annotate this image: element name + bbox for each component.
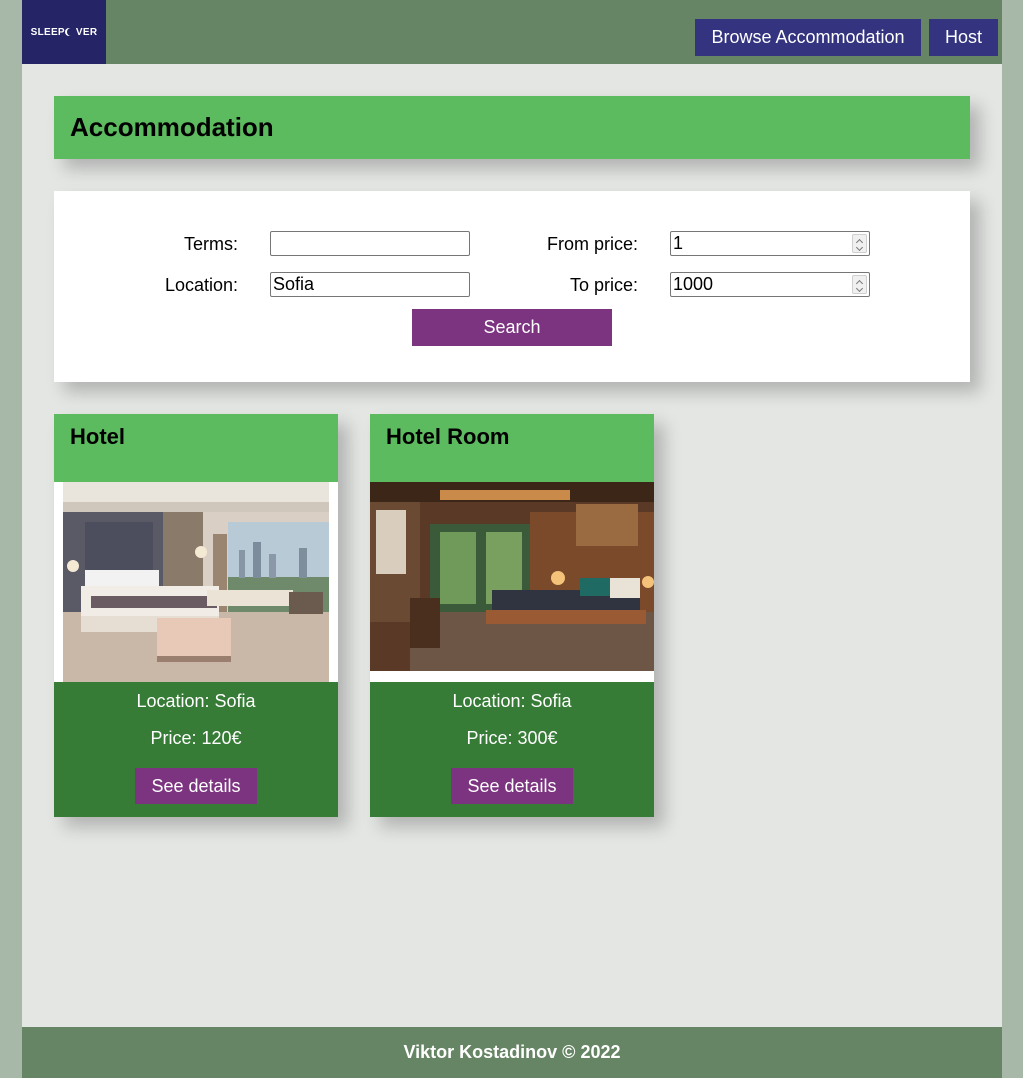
location-input[interactable] <box>270 272 470 297</box>
search-button[interactable]: Search <box>412 309 612 346</box>
listing-card: Hotel Location: Sofia Price: 120€ See de… <box>54 414 338 817</box>
from-price-field <box>670 231 870 256</box>
chevron-down-icon <box>855 243 864 251</box>
logo-text-right: VER <box>75 26 98 38</box>
listing-card: Hotel Room Location: Sofia Price: 300€ S… <box>370 414 654 817</box>
listing-title: Hotel <box>70 424 125 449</box>
listing-card-footer: Location: Sofia Price: 300€ See details <box>370 682 654 817</box>
logo-text-left: SLEEP <box>30 26 65 38</box>
listing-photo <box>370 482 654 671</box>
to-price-label: To price: <box>569 275 638 295</box>
location-label: Location: <box>164 275 238 295</box>
see-details-button[interactable]: See details <box>451 768 573 804</box>
listing-card-footer: Location: Sofia Price: 120€ See details <box>54 682 338 817</box>
page-frame: SLEEP VER Browse Accommodation Host Accom… <box>22 0 1002 1078</box>
listing-title: Hotel Room <box>386 424 510 449</box>
listing-card-header: Hotel Room <box>370 414 654 482</box>
footer-copyright: Viktor Kostadinov © 2022 <box>403 1042 621 1062</box>
navbar: SLEEP VER Browse Accommodation Host <box>22 0 1002 64</box>
logo[interactable]: SLEEP VER <box>22 0 106 64</box>
host-button[interactable]: Host <box>929 19 998 56</box>
page-title: Accommodation <box>70 112 274 142</box>
from-price-stepper[interactable] <box>852 234 867 253</box>
listing-price: Price: 300€ <box>466 728 558 748</box>
terms-label: Terms: <box>184 234 238 254</box>
browse-accommodation-button[interactable]: Browse Accommodation <box>695 19 921 56</box>
see-details-button[interactable]: See details <box>135 768 257 804</box>
listing-price: Price: 120€ <box>150 728 242 748</box>
to-price-input[interactable] <box>670 272 870 297</box>
page-title-bar: Accommodation <box>54 96 970 159</box>
listing-card-header: Hotel <box>54 414 338 482</box>
moon-icon <box>67 28 75 36</box>
listing-photo <box>63 482 329 682</box>
listing-location: Location: Sofia <box>136 691 256 711</box>
to-price-field <box>670 272 870 297</box>
from-price-input[interactable] <box>670 231 870 256</box>
from-price-label: From price: <box>546 234 638 254</box>
terms-input[interactable] <box>270 231 470 256</box>
chevron-down-icon <box>855 284 864 292</box>
footer: Viktor Kostadinov © 2022 <box>22 1027 1002 1078</box>
to-price-stepper[interactable] <box>852 275 867 294</box>
listing-location: Location: Sofia <box>452 691 572 711</box>
search-form: Terms: Location: From price: To price: S… <box>54 191 970 382</box>
